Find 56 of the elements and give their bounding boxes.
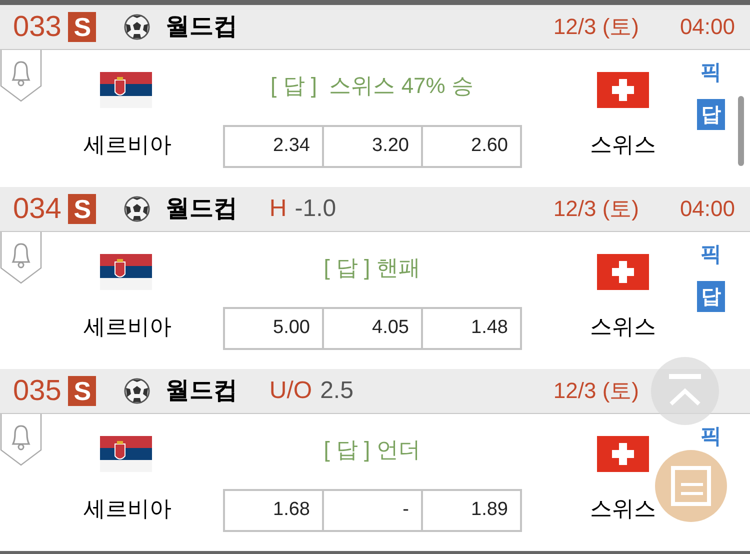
sport-badge: S xyxy=(68,12,96,42)
team-name: 세르비아 xyxy=(82,316,172,338)
prediction-text: [ 답 ] 핸패 xyxy=(322,257,422,279)
sport-badge: S xyxy=(68,376,96,406)
flag-icon xyxy=(597,72,649,108)
soccer-ball-icon xyxy=(124,14,150,40)
match-number: 035 xyxy=(13,376,62,406)
soccer-ball-icon xyxy=(124,196,150,222)
odds-button[interactable]: - xyxy=(324,489,423,532)
match-number: 034 xyxy=(13,194,62,224)
league-name: 월드컵 xyxy=(165,15,238,39)
answer-badge[interactable]: 답 xyxy=(697,99,725,130)
chevron-up-icon xyxy=(667,374,703,408)
handicap-value: 2.5 xyxy=(320,379,354,403)
bell-icon[interactable] xyxy=(0,232,42,284)
team-name: 세르비아 xyxy=(82,134,172,156)
team-name: 스위스 xyxy=(589,316,657,338)
league-name: 월드컵 xyxy=(165,379,238,403)
team-name: 스위스 xyxy=(589,134,657,156)
match-date: 12/3 (토) xyxy=(553,198,639,220)
match-time: 04:00 xyxy=(678,198,735,220)
handicap-label: U/O xyxy=(269,379,312,403)
flag-icon xyxy=(597,254,649,290)
sport-badge: S xyxy=(68,194,96,224)
match-number: 033 xyxy=(13,12,62,42)
pick-label: 픽 xyxy=(700,62,722,83)
flag-icon xyxy=(597,436,649,472)
bell-icon[interactable] xyxy=(0,414,42,466)
flag-icon xyxy=(100,436,152,472)
odds-button[interactable]: 5.00 xyxy=(223,307,324,350)
handicap-label: H xyxy=(269,197,287,221)
pick-label: 픽 xyxy=(700,426,722,447)
league-name: 월드컵 xyxy=(165,197,238,221)
team-name: 스위스 xyxy=(589,498,657,520)
bell-icon[interactable] xyxy=(0,50,42,102)
odds-button[interactable]: 1.68 xyxy=(223,489,324,532)
flag-icon xyxy=(100,254,152,290)
team-name: 세르비아 xyxy=(82,498,172,520)
odds-button[interactable]: 1.89 xyxy=(423,489,522,532)
pick-label: 픽 xyxy=(700,244,722,265)
flag-icon xyxy=(100,72,152,108)
odds-button[interactable]: 2.60 xyxy=(423,125,522,168)
odds-button[interactable]: 2.34 xyxy=(223,125,324,168)
match-date: 12/3 (토) xyxy=(553,380,639,402)
odds-button[interactable]: 1.48 xyxy=(423,307,522,350)
prediction-text: [ 답 ] 스위스 47% 승 xyxy=(270,75,474,97)
match-date: 12/3 (토) xyxy=(553,16,639,38)
answer-badge[interactable]: 답 xyxy=(697,281,725,312)
match-time: 04:00 xyxy=(678,16,735,38)
handicap-value: -1.0 xyxy=(294,197,336,221)
odds-button[interactable]: 3.20 xyxy=(324,125,423,168)
soccer-ball-icon xyxy=(124,378,150,404)
list-icon xyxy=(671,466,711,506)
prediction-text: [ 답 ] 언더 xyxy=(322,439,422,461)
scrollbar[interactable] xyxy=(738,96,744,166)
odds-button[interactable]: 4.05 xyxy=(324,307,423,350)
